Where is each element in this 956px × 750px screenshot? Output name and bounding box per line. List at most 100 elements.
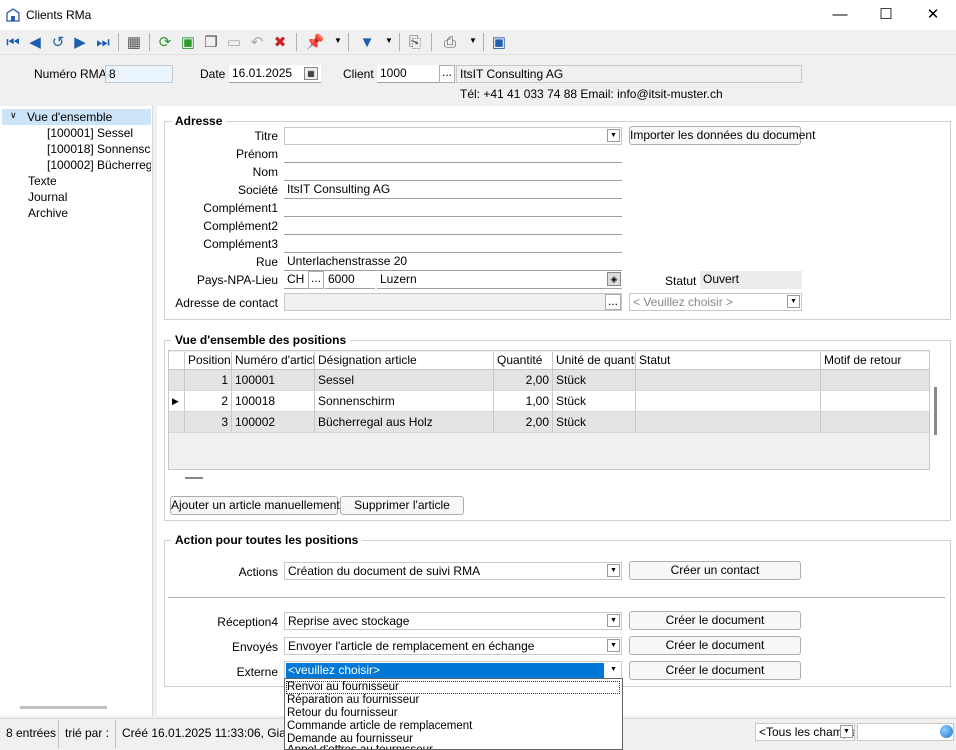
grid-horizontal-scrollbar[interactable] [185,477,203,479]
position-cell: 1 [185,370,232,391]
column-header[interactable]: Numéro d'article [232,352,315,370]
pays-npa-lieu-label: Pays-NPA-Lieu [196,273,278,287]
dropdown-option[interactable]: Réparation au fournisseur [287,694,419,706]
minimize-button[interactable]: — [817,0,863,30]
delete-article-button[interactable]: Supprimer l'article [340,496,464,515]
numero-input[interactable]: 8 [105,65,173,83]
print-icon[interactable]: ⎙ [440,33,460,51]
article-number-cell: 100001 [232,370,315,391]
dropdown-option[interactable]: Appel d'offres au fournisseur [287,745,433,749]
envoyes-label: Envoyés [231,640,278,654]
tree-expand-icon[interactable]: ∨ [10,110,17,121]
reception-select[interactable]: Reprise avec stockage [284,612,622,630]
numero-label: Numéro RMA [34,67,107,81]
delete-icon[interactable]: ✖ [270,33,290,51]
contact-person-select[interactable]: < Veuillez choisir > [629,293,802,311]
filter-icon[interactable]: ▼ [357,33,377,51]
chevron-down-icon[interactable]: ▼ [607,664,620,677]
last-record-icon[interactable]: ⏭ [93,33,113,51]
article-number-cell: 100002 [232,412,315,433]
toolbar-separator [431,33,432,51]
previous-record-icon[interactable]: ◀ [25,33,45,51]
societe-input[interactable]: ItsIT Consulting AG [284,181,622,199]
tree-scrollbar[interactable] [20,706,107,709]
envoyes-select[interactable]: Envoyer l'article de remplacement en éch… [284,637,622,655]
client-input[interactable]: 1000 [377,65,439,83]
maximize-button[interactable]: ☐ [863,0,909,30]
return-reason-cell [821,391,930,412]
document-link-icon[interactable]: ⎘ [405,33,425,51]
chevron-down-icon[interactable]: ▼ [607,639,620,652]
npa-input[interactable]: 6000 [325,271,375,289]
refresh-icon[interactable]: ⟳ [155,33,175,51]
nom-input[interactable] [284,163,622,181]
tree-item-vue-ensemble[interactable]: Vue d'ensemble [27,110,112,124]
new-record-icon[interactable]: ▣ [178,33,198,51]
next-record-icon[interactable]: ▶ [70,33,90,51]
titre-select[interactable] [284,127,622,145]
dropdown-option[interactable]: Demande au fournisseur [287,733,413,745]
create-document-button[interactable]: Créer le document [629,636,801,655]
unit-cell: Stück [553,412,636,433]
status-cell [636,391,821,412]
complement1-input[interactable] [284,199,622,217]
floppy-save-icon[interactable]: ▣ [489,33,509,51]
rue-input[interactable]: Unterlachenstrasse 20 [284,253,622,271]
client-browse-button[interactable]: ... [439,65,455,83]
quantity-cell: 2,00 [494,412,553,433]
statut-label: Statut [665,274,697,288]
column-header[interactable]: Unité de quantité [553,352,636,370]
pays-input[interactable]: CH [284,271,308,289]
complement3-input[interactable] [284,235,622,253]
article-name-cell: Sessel [315,370,494,391]
table-view-icon[interactable]: ▦ [124,33,144,51]
date-label: Date [200,67,226,81]
toolbar-separator [149,33,150,51]
dropdown-option[interactable]: Retour du fournisseur [287,707,398,719]
filter-dropdown-icon[interactable]: ▼ [385,36,393,45]
calendar-icon[interactable]: ▦ [304,67,318,80]
create-contact-button[interactable]: Créer un contact [629,561,801,580]
prenom-input[interactable] [284,145,622,163]
column-header[interactable]: Statut [636,352,821,370]
column-header[interactable]: Position [185,352,232,370]
search-globe-icon[interactable] [940,725,953,738]
import-document-button[interactable]: Importer les données du document [629,126,815,145]
status-cell [636,412,821,433]
map-icon[interactable]: ◈ [607,272,621,286]
article-name-cell: Sonnenschirm [315,391,494,412]
quantity-cell: 2,00 [494,370,553,391]
chevron-down-icon[interactable]: ▼ [607,564,620,577]
create-document-button[interactable]: Créer le document [629,611,801,630]
complement2-input[interactable] [284,217,622,235]
column-header[interactable]: Quantité [494,352,553,370]
chevron-down-icon[interactable]: ▼ [607,129,620,142]
add-article-button[interactable]: Ajouter un article manuellement... [170,496,350,515]
column-header[interactable]: Motif de retour [821,352,930,370]
close-button[interactable]: ✕ [910,0,956,30]
create-document-button[interactable]: Créer le document [629,661,801,680]
pin-icon[interactable]: 📌 [305,33,325,51]
dropdown-option[interactable]: Commande article de remplacement [287,720,472,732]
undo-icon[interactable]: ↶ [247,33,267,51]
chevron-down-icon[interactable]: ▼ [840,725,853,738]
dropdown-option[interactable]: Renvoi au fournisseur [286,681,620,694]
back-icon[interactable]: ↺ [48,33,68,51]
copy-icon[interactable]: ❐ [201,33,221,51]
societe-label: Société [237,183,278,197]
lieu-input[interactable]: Luzern [377,271,622,289]
chevron-down-icon[interactable]: ▼ [787,295,800,308]
first-record-icon[interactable]: ⏮ [3,33,23,51]
chevron-down-icon[interactable]: ▼ [607,614,620,627]
actions-select[interactable]: Création du document de suivi RMA [284,562,622,580]
contact-browse-button[interactable]: ... [605,294,621,310]
column-header[interactable]: Désignation article [315,352,494,370]
pays-browse-button[interactable]: ... [308,271,324,289]
reception-label: Réception4 [217,615,278,629]
pin-dropdown-icon[interactable]: ▼ [334,36,342,45]
grid-corner [169,352,185,370]
save-icon[interactable]: ▭ [224,33,244,51]
print-dropdown-icon[interactable]: ▼ [469,36,477,45]
grid-vertical-scrollbar[interactable] [934,387,937,435]
complement1-label: Complément1 [203,201,278,215]
